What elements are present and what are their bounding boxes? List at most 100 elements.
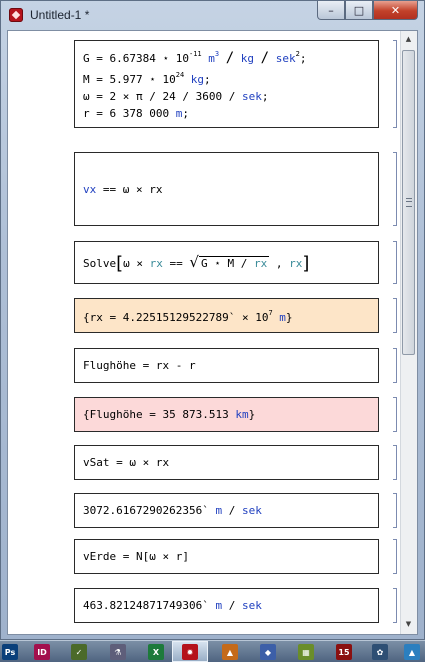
function-solve: Solve bbox=[83, 256, 117, 270]
text: 10 bbox=[175, 52, 189, 65]
unit-sek: sek bbox=[241, 90, 262, 103]
semicolon: ; bbox=[299, 52, 307, 65]
text: {Flughöhe = 35 873.513 bbox=[83, 408, 236, 421]
divide-sign: / bbox=[225, 50, 235, 66]
notebook-area[interactable]: G = 6.67384 ⋆ 10-11 m3 / kg / sek2; M = … bbox=[7, 30, 418, 635]
cell-bracket[interactable] bbox=[393, 241, 397, 284]
line: Flughöhe = rx - r bbox=[83, 359, 196, 372]
output-cell-vsat[interactable]: 3072.6167290262356` m / sek bbox=[74, 493, 379, 528]
input-cell-vx-equation[interactable]: vx == ω × rx bbox=[74, 152, 379, 226]
cell-bracket[interactable] bbox=[393, 539, 397, 574]
unit-kg: kg bbox=[190, 73, 205, 86]
symbol-vx: vx bbox=[83, 182, 97, 196]
unit-sek: sek bbox=[241, 504, 262, 517]
input-cell-verde[interactable]: vErde = N[ω × r] bbox=[74, 539, 379, 574]
cell-bracket[interactable] bbox=[393, 348, 397, 383]
text: == ω × rx bbox=[96, 182, 163, 196]
taskbar-app-icon-2[interactable]: ✓ bbox=[71, 644, 87, 660]
scroll-down-icon[interactable]: ▼ bbox=[403, 617, 414, 631]
scroll-thumb[interactable] bbox=[402, 50, 415, 355]
semicolon: ; bbox=[182, 107, 189, 120]
text: G ⋆ M / bbox=[200, 256, 254, 270]
line-omega: ω = 2 × π / 24 / 3600 / sek; bbox=[83, 88, 378, 105]
unit-m: m bbox=[279, 311, 286, 324]
divide-sign: / bbox=[222, 599, 242, 612]
unit-m: m bbox=[208, 52, 215, 65]
line: vSat = ω × rx bbox=[83, 456, 170, 469]
comma: , bbox=[269, 256, 290, 270]
output-cell-rx[interactable]: {rx = 4.22515129522789` × 107 m} bbox=[74, 298, 379, 333]
taskbar-app-icon-3[interactable]: ⚗ bbox=[110, 644, 126, 660]
text: 10 bbox=[162, 73, 176, 86]
text: G = 6.67384 bbox=[83, 52, 156, 65]
brace: } bbox=[285, 311, 293, 324]
taskbar-app-icon-7[interactable]: ◆ bbox=[260, 644, 276, 660]
times-star: ⋆ bbox=[155, 52, 176, 65]
taskbar-app-icon-6[interactable]: ▲ bbox=[222, 644, 238, 660]
cell-bracket[interactable] bbox=[393, 40, 397, 128]
unit-sek: sek bbox=[275, 52, 296, 65]
cell-bracket[interactable] bbox=[393, 588, 397, 623]
symbol-rx: rx bbox=[289, 256, 303, 270]
text: 3072.6167290262356` bbox=[83, 504, 216, 517]
taskbar-app-icon-5[interactable]: ✹ bbox=[182, 644, 198, 660]
input-cell-constants[interactable]: G = 6.67384 ⋆ 10-11 m3 / kg / sek2; M = … bbox=[74, 40, 379, 128]
text: r = 6 378 000 bbox=[83, 107, 176, 120]
maximize-button[interactable]: □ bbox=[345, 1, 373, 20]
line: {Flughöhe = 35 873.513 km} bbox=[83, 406, 378, 423]
cell-bracket[interactable] bbox=[393, 152, 397, 226]
line: vErde = N[ω × r] bbox=[83, 550, 189, 563]
input-cell-vsat[interactable]: vSat = ω × rx bbox=[74, 445, 379, 480]
taskbar-app-icon-0[interactable]: Ps bbox=[2, 644, 18, 660]
bracket-close: ] bbox=[302, 252, 310, 274]
text: == bbox=[162, 256, 190, 270]
minimize-button[interactable]: – bbox=[317, 1, 345, 20]
input-cell-solve[interactable]: Solve[ω × rx == √ G ⋆ M / rx , rx] bbox=[74, 241, 379, 284]
divide-sign: / bbox=[222, 504, 242, 517]
line-m: M = 5.977 ⋆ 1024 kg; bbox=[83, 67, 378, 88]
line: 463.82124871749306` m / sek bbox=[83, 597, 378, 614]
exponent: -11 bbox=[188, 50, 202, 58]
cell-bracket[interactable] bbox=[393, 493, 397, 528]
text: ω × bbox=[123, 256, 150, 270]
semicolon: ; bbox=[204, 73, 211, 86]
cell-bracket[interactable] bbox=[393, 397, 397, 432]
taskbar-app-icon-8[interactable]: ▦ bbox=[298, 644, 314, 660]
text: M = 5.977 bbox=[83, 73, 143, 86]
text: 10 bbox=[255, 311, 269, 324]
exponent: 7 bbox=[268, 309, 273, 317]
taskbar-app-icon-11[interactable]: ▲ bbox=[404, 644, 420, 660]
application-window: Untitled-1 * – □ ✕ G = 6.67384 ⋆ 10-11 m… bbox=[0, 0, 425, 640]
close-button[interactable]: ✕ bbox=[373, 1, 418, 20]
unit-km: km bbox=[235, 408, 249, 421]
semicolon: ; bbox=[261, 90, 269, 103]
unit-kg: kg bbox=[240, 52, 255, 65]
line: {rx = 4.22515129522789` × 107 m} bbox=[83, 305, 378, 326]
cell-bracket[interactable] bbox=[393, 298, 397, 333]
output-cell-verde[interactable]: 463.82124871749306` m / sek bbox=[74, 588, 379, 623]
output-cell-flughoehe[interactable]: {Flughöhe = 35 873.513 km} bbox=[74, 397, 379, 432]
times-star: ⋆ bbox=[142, 73, 163, 86]
vertical-scrollbar[interactable]: ▲ ▼ bbox=[400, 31, 417, 634]
mathematica-app-icon[interactable] bbox=[9, 8, 23, 22]
taskbar-app-icon-1[interactable]: ID bbox=[34, 644, 50, 660]
line-r: r = 6 378 000 m; bbox=[83, 105, 378, 122]
window-title: Untitled-1 * bbox=[30, 8, 90, 22]
notebook-document[interactable]: G = 6.67384 ⋆ 10-11 m3 / kg / sek2; M = … bbox=[8, 31, 401, 634]
taskbar: Ps ID ✓ ⚗ X ✹ ▲ ◆ ▦ 15 ✿ ▲ bbox=[0, 640, 425, 662]
line: Solve[ω × rx == √ G ⋆ M / rx , rx] bbox=[83, 252, 378, 274]
taskbar-app-icon-10[interactable]: ✿ bbox=[372, 644, 388, 660]
unit-sek: sek bbox=[241, 599, 262, 612]
title-bar[interactable]: Untitled-1 * – □ ✕ bbox=[1, 1, 424, 29]
taskbar-app-icon-9[interactable]: 15 bbox=[336, 644, 352, 660]
input-cell-flughoehe[interactable]: Flughöhe = rx - r bbox=[74, 348, 379, 383]
brace: } bbox=[248, 408, 256, 421]
exponent: 24 bbox=[175, 71, 185, 79]
cell-bracket[interactable] bbox=[393, 445, 397, 480]
sqrt-icon: √ bbox=[189, 252, 199, 271]
symbol-rx: rx bbox=[253, 256, 268, 270]
line: 3072.6167290262356` m / sek bbox=[83, 502, 378, 519]
scroll-up-icon[interactable]: ▲ bbox=[403, 32, 414, 46]
taskbar-app-icon-4[interactable]: X bbox=[148, 644, 164, 660]
exponent: 3 bbox=[214, 50, 220, 58]
